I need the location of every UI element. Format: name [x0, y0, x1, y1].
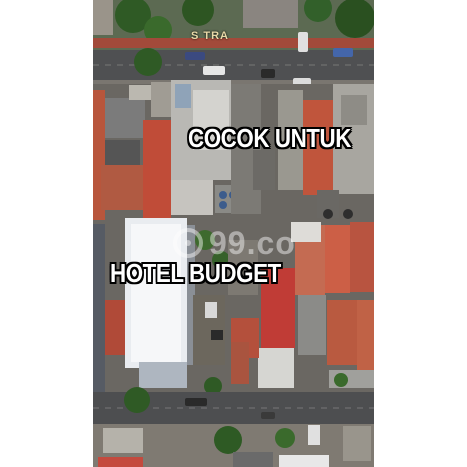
99co-logo-icon: [173, 228, 203, 258]
watermark: 99.co: [173, 225, 313, 261]
aerial-photo: S TRA 99.co COCOK UNTUK HOTEL BUDGET: [93, 0, 374, 467]
caption-middle: HOTEL BUDGET: [110, 258, 281, 288]
caption-top: COCOK UNTUK: [188, 123, 351, 153]
street-sign-text: S TRA: [191, 30, 229, 42]
watermark-text: 99.co: [209, 224, 296, 261]
